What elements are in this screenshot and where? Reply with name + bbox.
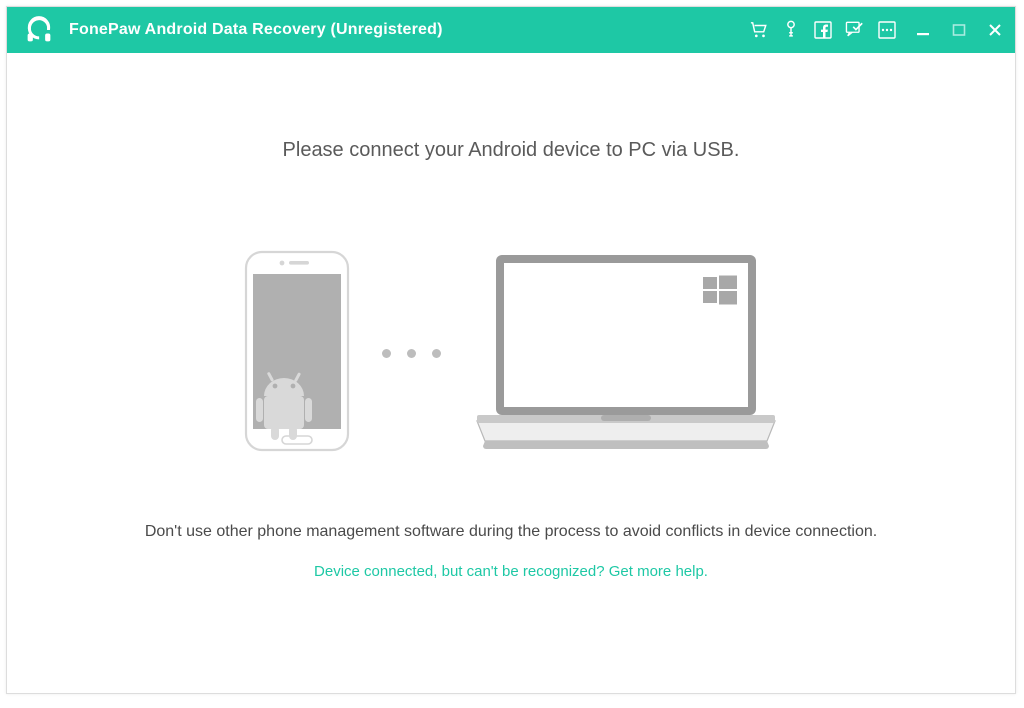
window-controls	[913, 20, 1005, 40]
maximize-button[interactable]	[949, 20, 969, 40]
dot-icon	[407, 349, 416, 358]
help-link[interactable]: Device connected, but can't be recognize…	[314, 563, 708, 580]
warning-text: Don't use other phone management softwar…	[145, 523, 877, 541]
main-content: Please connect your Android device to PC…	[7, 53, 1015, 693]
minimize-button[interactable]	[913, 20, 933, 40]
phone-icon	[242, 250, 352, 457]
titlebar-toolbar	[749, 20, 897, 40]
cart-icon[interactable]	[749, 20, 769, 40]
window-title: FonePaw Android Data Recovery (Unregiste…	[69, 21, 749, 39]
facebook-icon[interactable]	[813, 20, 833, 40]
headline-text: Please connect your Android device to PC…	[283, 139, 740, 162]
app-window: FonePaw Android Data Recovery (Unregiste…	[6, 6, 1016, 694]
menu-icon[interactable]	[877, 20, 897, 40]
connect-illustration	[242, 250, 781, 457]
connection-dots-icon	[382, 349, 441, 358]
app-logo-icon	[25, 16, 53, 44]
feedback-icon[interactable]	[845, 20, 865, 40]
key-icon[interactable]	[781, 20, 801, 40]
titlebar: FonePaw Android Data Recovery (Unregiste…	[7, 7, 1015, 53]
dot-icon	[382, 349, 391, 358]
laptop-icon	[471, 251, 781, 456]
dot-icon	[432, 349, 441, 358]
close-button[interactable]	[985, 20, 1005, 40]
